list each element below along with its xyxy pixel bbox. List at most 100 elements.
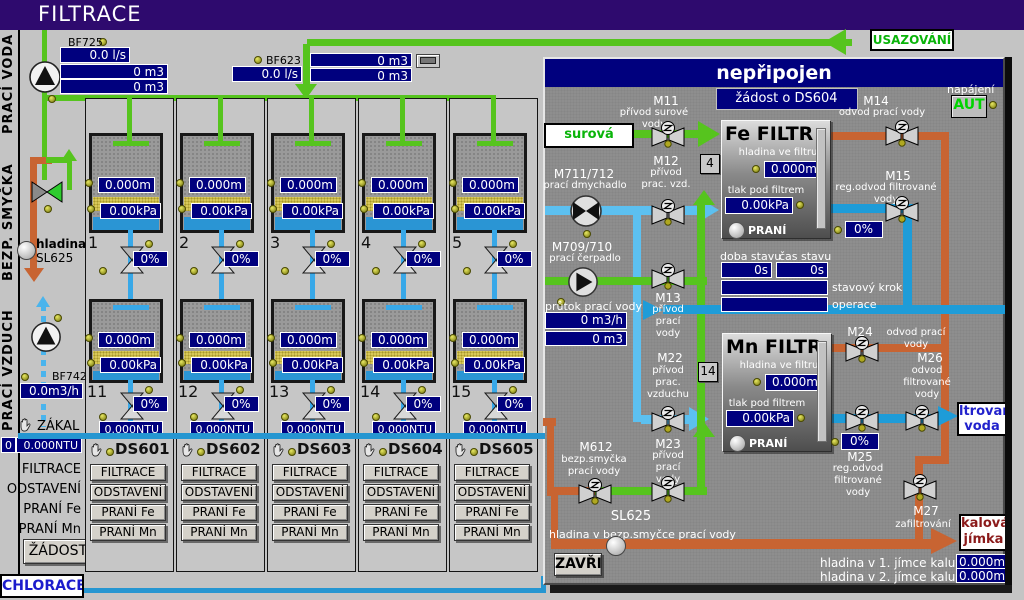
prani-fe-button[interactable]: PRANÍ Fe	[454, 504, 530, 521]
filtrace-button[interactable]: FILTRACE	[272, 464, 348, 481]
status-dot	[48, 95, 56, 103]
label-praci-voda: PRACÍ VODA	[1, 36, 16, 134]
hand-icon[interactable]	[18, 417, 33, 433]
odstaveni-button[interactable]: ODSTAVENÍ	[272, 484, 348, 501]
bf742-label: BF742	[52, 370, 87, 383]
prani-fe-button[interactable]: PRANÍ Fe	[90, 504, 166, 521]
green-arrow-up1-icon	[693, 190, 715, 205]
hand-icon[interactable]	[362, 442, 377, 458]
valve-position-field: 0%	[315, 396, 350, 412]
tank-number-bottom: 13	[269, 382, 289, 401]
distributor-bottom-icon	[295, 305, 331, 310]
hand-icon[interactable]	[453, 442, 468, 458]
filter-column: 0.000m 0.00kPa 3 0% 0.000m 0.00kPa 13 0%…	[267, 98, 356, 572]
status-dot	[236, 386, 244, 394]
tank-pressure-field: 0.00kPa	[464, 203, 525, 219]
tank-pressure-field: 0.00kPa	[100, 203, 161, 219]
status-dot	[281, 267, 289, 275]
close-button[interactable]: ZAVŘI	[554, 553, 602, 576]
tank-number-bottom: 15	[451, 382, 471, 401]
status-dot	[21, 373, 29, 381]
pipe-blue-m15	[829, 204, 913, 213]
prani-mn-button[interactable]: PRANÍ Mn	[181, 524, 257, 541]
row-label-odstaveni: ODSTAVENÍ	[0, 482, 81, 497]
pipe-bezp-green-v	[67, 160, 72, 190]
bf623-total2-field: 0 m3	[310, 68, 412, 82]
ds-label[interactable]: DS602	[206, 440, 261, 458]
status-dot	[176, 179, 184, 187]
prani-mn-button[interactable]: PRANÍ Mn	[272, 524, 348, 541]
filtrace-button[interactable]: FILTRACE	[181, 464, 257, 481]
ds-label[interactable]: DS601	[115, 440, 170, 458]
pipe-chlorace	[84, 588, 546, 593]
pipe-surova	[634, 130, 700, 138]
pipe-orange-bottom	[551, 539, 935, 549]
tank-number-bottom: 11	[87, 382, 107, 401]
pipe-air3	[641, 415, 689, 424]
tank-number-bottom: 12	[178, 382, 198, 401]
odstaveni-button[interactable]: ODSTAVENÍ	[181, 484, 257, 501]
pump-icon[interactable]	[28, 60, 62, 94]
status-dot	[470, 448, 478, 456]
tank-level-field: 0.000m	[462, 332, 519, 348]
status-dot	[106, 448, 114, 456]
tank-level-field: 0.000m	[371, 177, 428, 193]
status-dot	[145, 240, 153, 248]
bf623-reset-button[interactable]	[416, 54, 440, 68]
orange-arrow-down-icon	[24, 268, 44, 282]
valve-position-field: 0%	[406, 396, 441, 412]
valve-position-field: 0%	[406, 251, 441, 267]
filtrace-button[interactable]: FILTRACE	[363, 464, 439, 481]
ds-label[interactable]: DS603	[297, 440, 352, 458]
hand-icon[interactable]	[180, 442, 195, 458]
filtrace-button[interactable]: FILTRACE	[90, 464, 166, 481]
valve-position-field: 0%	[133, 396, 168, 412]
ds-label[interactable]: DS604	[388, 440, 443, 458]
prani-fe-button[interactable]: PRANÍ Fe	[363, 504, 439, 521]
status-dot	[99, 267, 107, 275]
panel-edge-shadow	[1005, 57, 1012, 591]
status-dot	[509, 240, 517, 248]
ds-label[interactable]: DS605	[479, 440, 534, 458]
tank-level-field: 0.000m	[371, 332, 428, 348]
filter-column: 0.000m 0.00kPa 4 0% 0.000m 0.00kPa 14 0%…	[358, 98, 447, 572]
filter-column: 0.000m 0.00kPa 2 0% 0.000m 0.00kPa 12 0%…	[176, 98, 265, 572]
prani-mn-button[interactable]: PRANÍ Mn	[454, 524, 530, 541]
hand-icon[interactable]	[89, 442, 104, 458]
odstaveni-button[interactable]: ODSTAVENÍ	[90, 484, 166, 501]
status-dot	[372, 413, 380, 421]
prani-mn-button[interactable]: PRANÍ Mn	[363, 524, 439, 541]
green-arrow-fe-icon	[698, 121, 720, 147]
status-dot	[281, 413, 289, 421]
status-dot	[178, 359, 186, 367]
nav-chlorace[interactable]: CHLORACE	[0, 574, 84, 598]
blower-icon[interactable]	[30, 321, 62, 353]
prani-mn-button[interactable]: PRANÍ Mn	[90, 524, 166, 541]
zakal-ntu-field: 0.000NTU	[16, 437, 82, 453]
hand-icon[interactable]	[271, 442, 286, 458]
bezp-valve-icon[interactable]	[30, 179, 64, 205]
status-dot	[267, 334, 275, 342]
prani-fe-button[interactable]: PRANÍ Fe	[272, 504, 348, 521]
zakal-flag-field: 0	[1, 437, 16, 453]
tank-pressure-field: 0.00kPa	[464, 357, 525, 373]
prani-fe-button[interactable]: PRANÍ Fe	[181, 504, 257, 521]
status-dot	[99, 413, 107, 421]
pipe-praci-voda	[545, 277, 707, 285]
tank-pressure-field: 0.00kPa	[282, 203, 343, 219]
distributor-bottom-icon	[204, 305, 240, 310]
odstaveni-button[interactable]: ODSTAVENÍ	[363, 484, 439, 501]
pipe-blue-out	[818, 414, 940, 423]
status-dot	[178, 205, 186, 213]
row-label-filtrace: FILTRACE	[0, 462, 81, 477]
hladina-label: hladina	[36, 237, 86, 251]
filtrace-button[interactable]: FILTRACE	[454, 464, 530, 481]
pipe-orange-m14	[829, 132, 949, 140]
orange-arrow-jimka-icon	[931, 528, 957, 554]
odstaveni-button[interactable]: ODSTAVENÍ	[454, 484, 530, 501]
nav-usazovani[interactable]: USAZOVÁNÍ	[870, 29, 954, 51]
tank-pressure-field: 0.00kPa	[191, 203, 252, 219]
row-label-prani-fe: PRANÍ Fe	[0, 502, 81, 517]
filter-column: 0.000m 0.00kPa 5 0% 0.000m 0.00kPa 15 0%…	[449, 98, 538, 572]
tank-level-field: 0.000m	[98, 177, 155, 193]
